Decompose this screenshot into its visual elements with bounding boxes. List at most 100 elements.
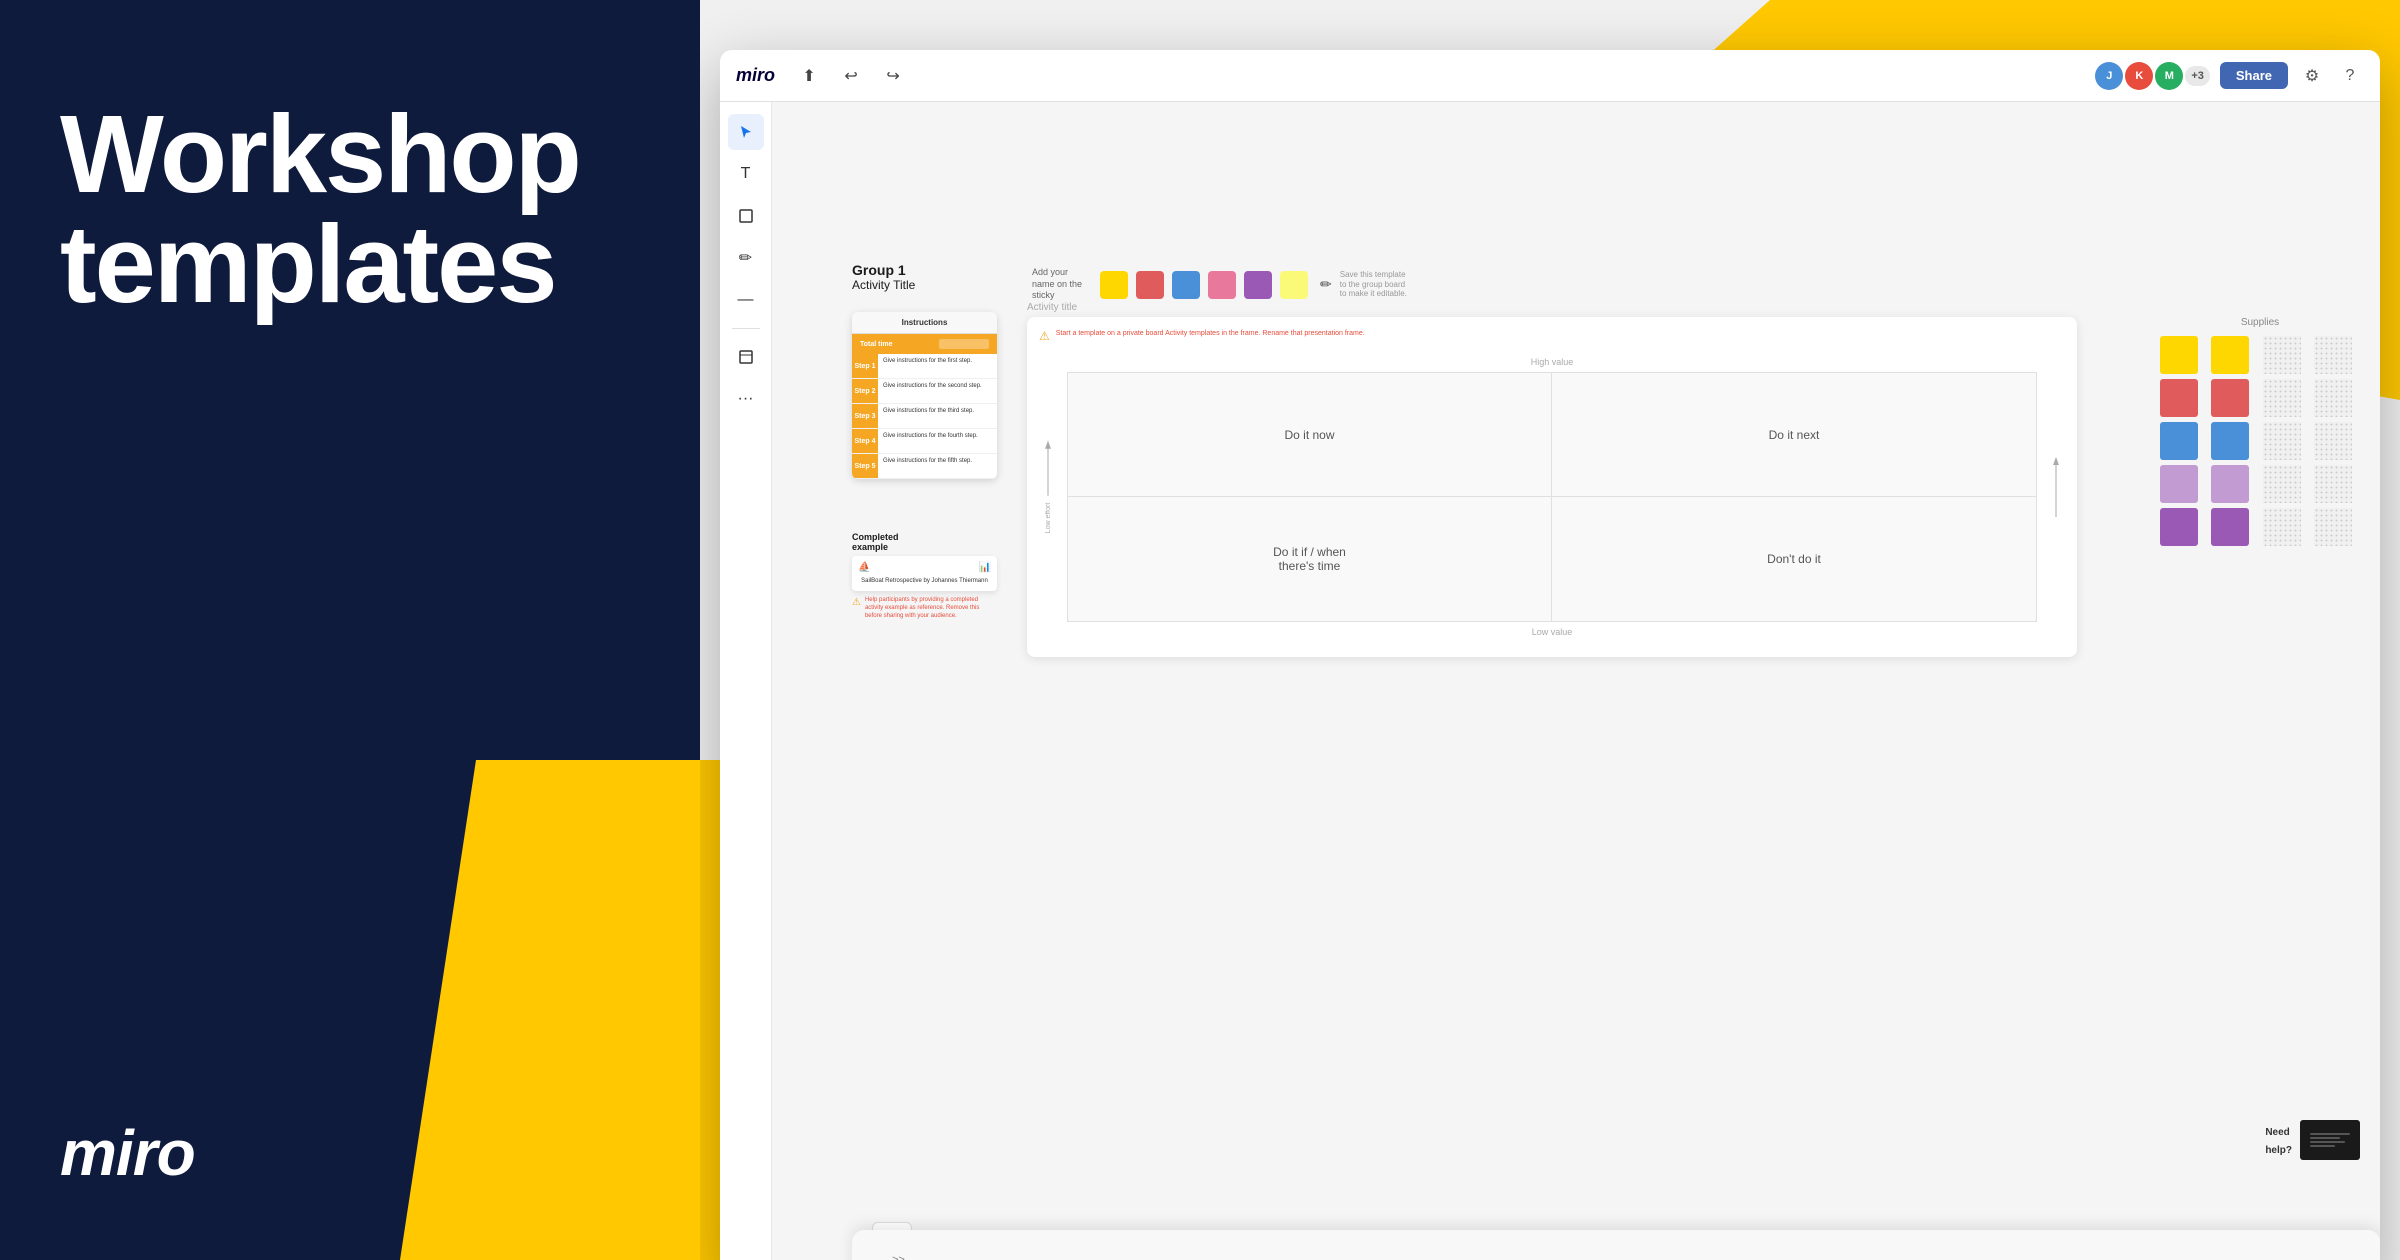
sticky-red-2[interactable]: [2211, 379, 2249, 417]
color-red[interactable]: [1136, 271, 1164, 299]
upload-button[interactable]: ⬆: [793, 60, 825, 92]
sticky-purple-1[interactable]: [2160, 508, 2198, 546]
total-time-row: Total time: [852, 334, 997, 354]
miro-window: miro ⬆ ↩ ↪ J K M +3 Share ⚙ ?: [720, 50, 2380, 1260]
instruction-row-2: Step 2 Give instructions for the second …: [852, 379, 997, 404]
color-pink[interactable]: [1208, 271, 1236, 299]
title-line2: templates: [60, 203, 556, 326]
instruction-row-4: Step 4 Give instructions for the fourth …: [852, 429, 997, 454]
time-bar: [939, 339, 989, 349]
redo-button[interactable]: ↪: [877, 60, 909, 92]
color-yellow[interactable]: [1100, 271, 1128, 299]
dots-2: [2314, 336, 2352, 374]
instruction-row-3: Step 3 Give instructions for the third s…: [852, 404, 997, 429]
activity-title-label: Activity title: [1027, 297, 1077, 315]
miro-toolbar: T ✏ — ···: [720, 102, 772, 1260]
activity-subtitle: Activity Title: [852, 278, 915, 292]
supplies-section: Supplies: [2160, 317, 2360, 554]
miro-logo-left: miro: [60, 1116, 195, 1190]
sticky-yellow-1[interactable]: [2160, 336, 2198, 374]
dots-6: [2314, 422, 2352, 460]
activity-warning-text: Start a template on a private board Acti…: [1056, 329, 1365, 338]
dots-10: [2314, 508, 2352, 546]
sticky-tool[interactable]: [728, 198, 764, 234]
supplies-title: Supplies: [2160, 317, 2360, 328]
miro-canvas: T ✏ — ···: [720, 102, 2380, 1260]
completed-warning: ⚠ Help participants by providing a compl…: [852, 597, 997, 620]
sticky-light-purple-1[interactable]: [2160, 465, 2198, 503]
sticky-light-purple-2[interactable]: [2211, 465, 2249, 503]
step-1-text: Give instructions for the first step.: [878, 354, 997, 378]
completed-inner: ⛵ 📊 SailBoat Retrospective by Johannes T…: [852, 556, 997, 591]
warning-icon: ⚠: [852, 597, 861, 608]
dots-3: [2263, 379, 2301, 417]
matrix-cell-dont-do: Don't do it: [1552, 497, 2036, 621]
dots-9: [2263, 508, 2301, 546]
dots-1: [2263, 336, 2301, 374]
settings-icon[interactable]: ⚙: [2298, 62, 2326, 90]
dots-7: [2263, 465, 2301, 503]
title-line1: Workshop: [60, 93, 580, 216]
instructions-card: Instructions Total time Step 1 Give inst…: [852, 312, 997, 479]
pen-tool[interactable]: ✏: [728, 240, 764, 276]
step-5-text: Give instructions for the fifth step.: [878, 454, 997, 478]
help-line-4: [2310, 1145, 2335, 1147]
line-tool[interactable]: —: [728, 282, 764, 318]
sticky-yellow-2[interactable]: [2211, 336, 2249, 374]
help-icon[interactable]: ?: [2336, 62, 2364, 90]
matrix-cell-do-when: Do it if / whenthere's time: [1068, 497, 1552, 621]
need-help-card[interactable]: [2300, 1120, 2360, 1160]
matrix-cell-do-next: Do it next: [1552, 373, 2036, 497]
need-help-section: Need help?: [2265, 1120, 2360, 1160]
help-line-1: [2310, 1133, 2350, 1135]
page-title: Workshop templates: [60, 100, 640, 320]
frame-tool[interactable]: [728, 339, 764, 375]
overflow-arrow-1: >>: [892, 1254, 905, 1260]
activity-warning: ⚠ Start a template on a private board Ac…: [1039, 329, 1365, 343]
activity-matrix: ⚠ Start a template on a private board Ac…: [1027, 317, 2077, 657]
share-button[interactable]: Share: [2220, 62, 2288, 89]
need-help-text: Need help?: [2265, 1122, 2292, 1158]
step-4-text: Give instructions for the fourth step.: [878, 429, 997, 453]
color-purple[interactable]: [1244, 271, 1272, 299]
help-line-2: [2310, 1137, 2340, 1139]
chart-icon: 📊: [979, 562, 991, 573]
warning-text: Help participants by providing a complet…: [865, 597, 997, 620]
activity-title-text: Activity title: [1027, 302, 1077, 313]
save-note: Save this template to the group board to…: [1340, 270, 1410, 299]
sticky-blue-1[interactable]: [2160, 422, 2198, 460]
dots-8: [2314, 465, 2352, 503]
emoji-icon: ⛵: [858, 562, 870, 573]
avatar-group: J K M +3: [2095, 62, 2210, 90]
instruction-row-1: Step 1 Give instructions for the first s…: [852, 354, 997, 379]
left-content: Workshop templates: [0, 0, 700, 420]
more-tools[interactable]: ···: [728, 381, 764, 417]
left-panel: Workshop templates miro: [0, 0, 700, 1260]
matrix-left-label: Low effort: [1045, 503, 1052, 534]
miro-logo-topbar: miro: [736, 65, 775, 86]
matrix-cell-do-now: Do it now: [1068, 373, 1552, 497]
matrix-label-bottom: Low value: [1532, 627, 1573, 637]
completed-label: Completed example: [852, 532, 997, 552]
dots-5: [2263, 422, 2301, 460]
avatar-2: K: [2125, 62, 2153, 90]
sticky-purple-2[interactable]: [2211, 508, 2249, 546]
text-tool[interactable]: T: [728, 156, 764, 192]
step-2-label: Step 2: [852, 379, 878, 403]
avatar-overflow: +3: [2185, 66, 2210, 86]
completed-card: Completed example ⛵ 📊 SailBoat Retrospec…: [852, 532, 997, 621]
activity-warning-icon: ⚠: [1039, 329, 1050, 343]
dots-4: [2314, 379, 2352, 417]
step-2-text: Give instructions for the second step.: [878, 379, 997, 403]
right-panel: miro ⬆ ↩ ↪ J K M +3 Share ⚙ ?: [700, 0, 2400, 1260]
undo-button[interactable]: ↩: [835, 60, 867, 92]
total-time-label: Total time: [860, 341, 893, 348]
sticky-red-1[interactable]: [2160, 379, 2198, 417]
pen-icon[interactable]: ✏: [1320, 276, 1332, 293]
instructions-header: Instructions: [852, 312, 997, 334]
sticky-blue-2[interactable]: [2211, 422, 2249, 460]
step-4-label: Step 4: [852, 429, 878, 453]
select-tool[interactable]: [728, 114, 764, 150]
color-blue[interactable]: [1172, 271, 1200, 299]
color-light-yellow[interactable]: [1280, 271, 1308, 299]
